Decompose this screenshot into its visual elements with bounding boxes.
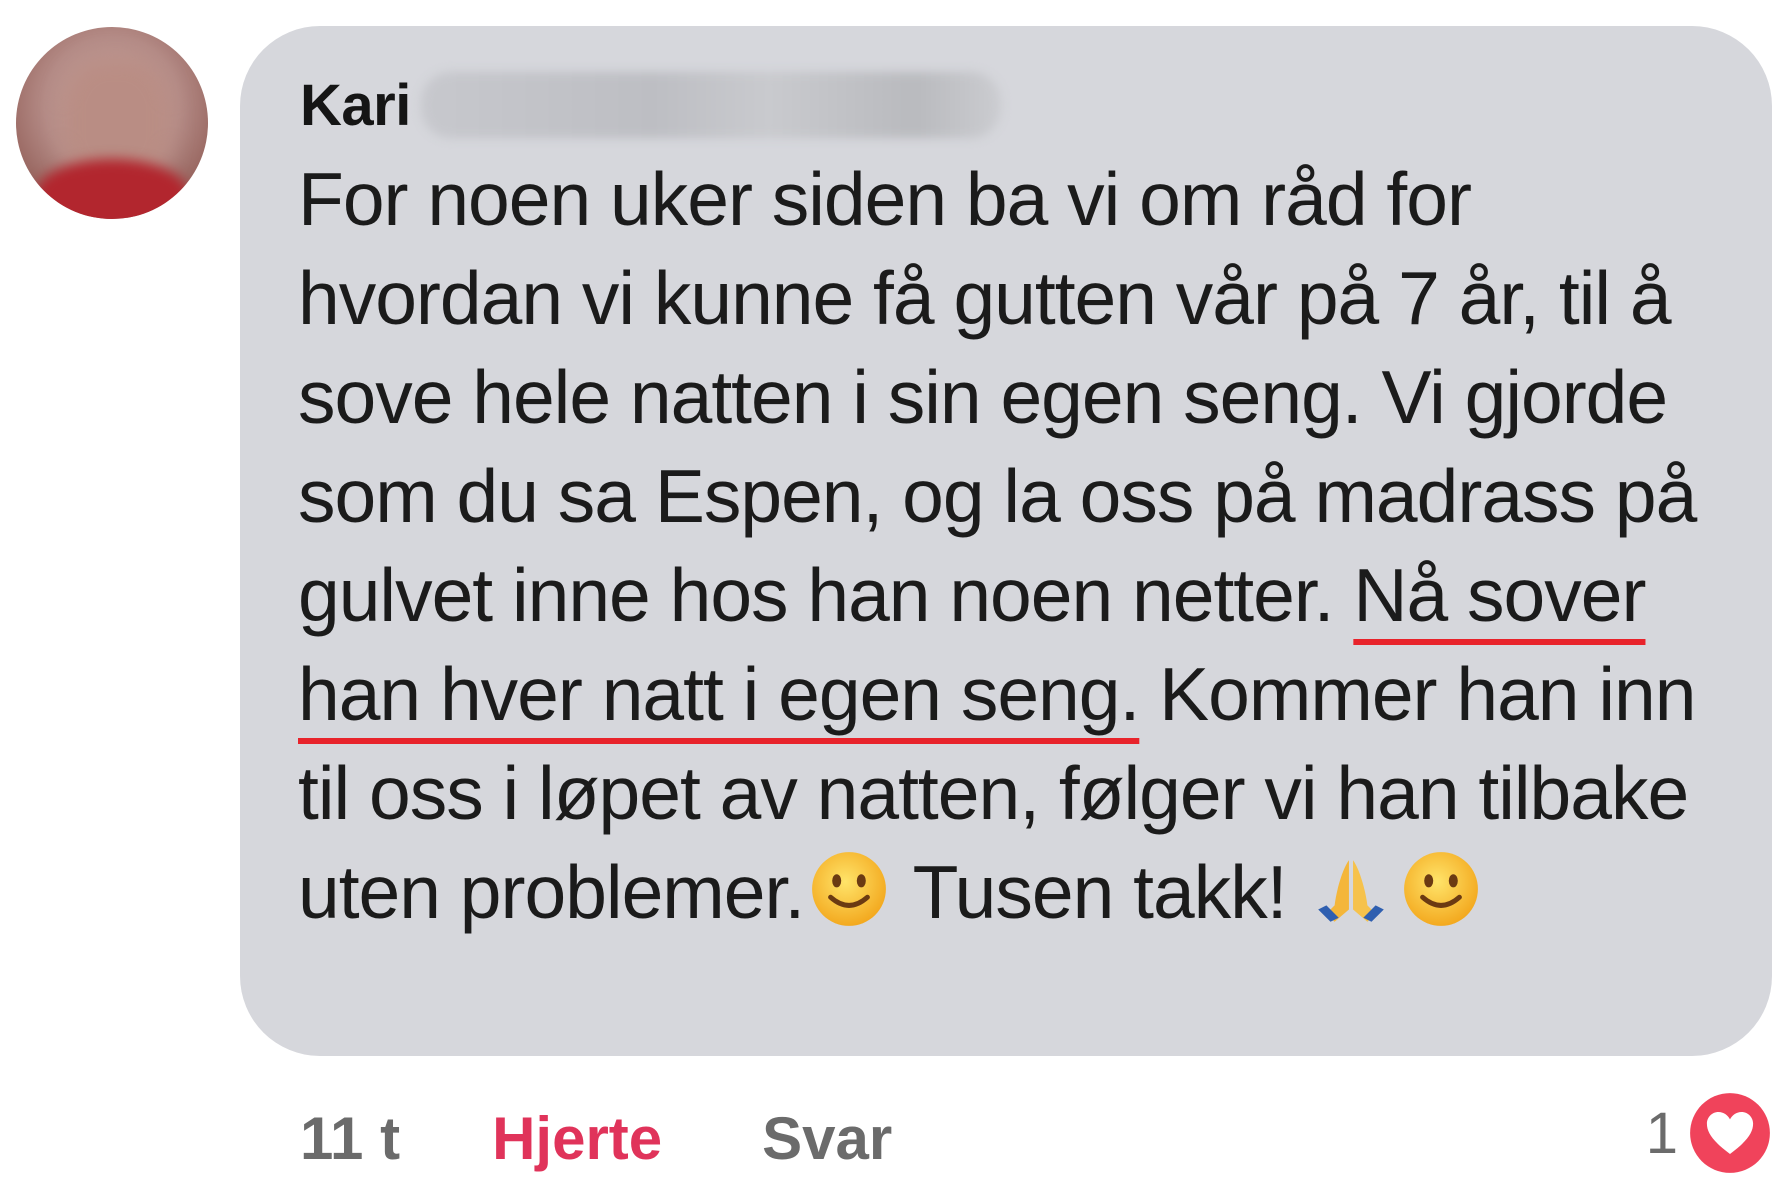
- comment-actions: 11 t Hjerte Svar: [300, 1098, 892, 1178]
- reply-button[interactable]: Svar: [762, 1104, 892, 1173]
- smiling-face-icon-2: [1404, 852, 1479, 926]
- reaction-summary[interactable]: 1: [1646, 1090, 1772, 1176]
- avatar-shirt-blurred: [36, 159, 188, 219]
- heart-reaction-icon: [1690, 1093, 1770, 1173]
- avatar[interactable]: [16, 27, 208, 219]
- reaction-count: 1: [1645, 1100, 1678, 1166]
- folded-hands-icon: [1318, 860, 1385, 922]
- smiling-face-icon: [812, 852, 887, 926]
- heart-button[interactable]: Hjerte: [492, 1104, 662, 1173]
- comment-text-part-4: Tusen takk!: [894, 850, 1307, 934]
- comment-text: For noen uker siden ba vi om råd for hvo…: [298, 150, 1728, 942]
- timestamp[interactable]: 11 t: [300, 1104, 400, 1173]
- author-name[interactable]: Kari: [300, 72, 411, 139]
- comment-author-row: Kari: [300, 65, 1001, 145]
- author-surname-redacted: [420, 72, 1001, 138]
